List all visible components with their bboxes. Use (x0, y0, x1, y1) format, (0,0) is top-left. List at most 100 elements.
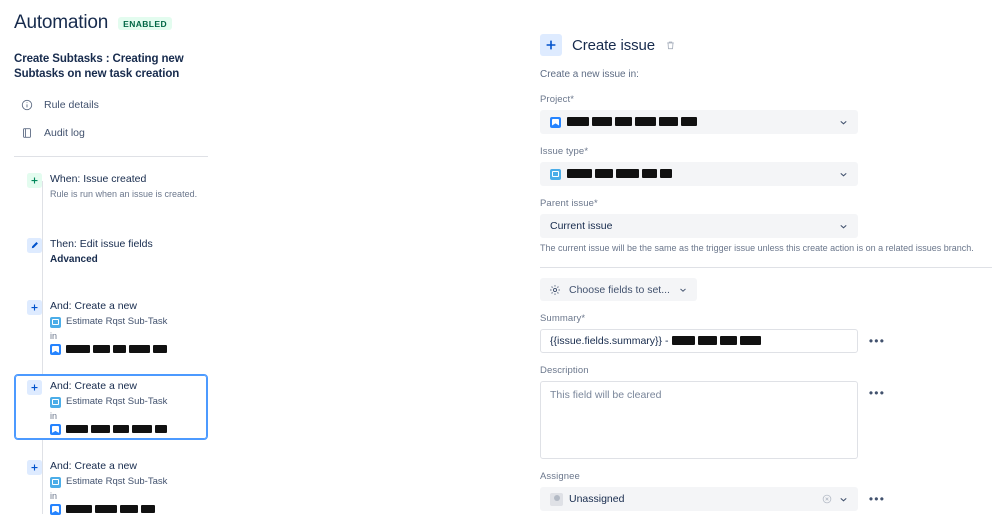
sidebar-item-rule-details[interactable]: Rule details (14, 94, 208, 116)
step-entity: Estimate Rqst Sub-Task (50, 475, 201, 489)
rule-step-when-issue-created[interactable]: When: Issue created Rule is run when an … (14, 167, 208, 206)
chevron-down-icon (678, 285, 688, 295)
field-label: Summary* (540, 313, 586, 324)
redacted-project-name (567, 116, 697, 127)
redacted-target-name (66, 424, 167, 434)
redacted-issue-type-name (567, 168, 672, 179)
subtask-type-icon (50, 396, 61, 408)
clear-icon[interactable] (822, 494, 832, 504)
redacted-target-name (66, 344, 167, 354)
step-entity-label: Estimate Rqst Sub-Task (66, 396, 168, 407)
plus-icon (27, 300, 42, 315)
gear-icon (549, 284, 561, 296)
status-badge: ENABLED (118, 16, 173, 30)
rule-name: Create Subtasks : Creating new Subtasks … (14, 53, 184, 80)
required-asterisk: * (581, 313, 586, 324)
plus-icon (27, 380, 42, 395)
rule-step-then-edit-issue-fields[interactable]: Then: Edit issue fields Advanced (14, 232, 208, 272)
redacted-summary-suffix (672, 335, 762, 346)
project-type-icon (550, 116, 561, 128)
step-entity-label: Estimate Rqst Sub-Task (66, 476, 168, 487)
issue-type-value (550, 168, 832, 180)
step-title: And: Create a new (50, 300, 137, 312)
description-more-options-button[interactable]: ••• (866, 381, 888, 405)
field-project: Project* (540, 93, 988, 134)
required-asterisk: * (570, 94, 575, 105)
step-entity: Estimate Rqst Sub-Task (50, 395, 201, 409)
step-target (50, 504, 201, 515)
subtask-type-icon (550, 168, 561, 180)
sidebar-item-label: Audit log (44, 127, 85, 139)
page-title: Automation (14, 12, 109, 33)
step-title: When: Issue created (50, 173, 147, 185)
project-type-icon (50, 344, 61, 355)
sidebar-header: Automation ENABLED (14, 10, 208, 36)
project-value (550, 116, 832, 128)
plus-icon (27, 460, 42, 475)
field-label: Issue type* (540, 146, 589, 157)
sidebar-item-label: Rule details (44, 99, 99, 111)
sidebar-divider (14, 156, 208, 157)
chevron-down-icon (838, 221, 849, 232)
plus-icon (27, 173, 42, 188)
chevron-down-icon (838, 169, 849, 180)
sidebar-nav: Rule details Audit log (14, 94, 208, 144)
field-label: Assignee (540, 471, 580, 482)
step-entity: Estimate Rqst Sub-Task (50, 315, 201, 329)
required-asterisk: * (594, 198, 598, 209)
subtask-type-icon (50, 476, 61, 488)
summary-input[interactable]: {{issue.fields.summary}} - (540, 329, 858, 353)
rule-step-and-create-a-new-3[interactable]: And: Create a new Estimate Rqst Sub-Task… (14, 454, 208, 520)
panel-header: Create issue (540, 34, 988, 56)
field-assignee: Assignee Unassigned ••• (540, 470, 988, 511)
step-in-label: in (50, 331, 58, 341)
info-circle-icon (21, 99, 33, 111)
rule-step-chain: When: Issue created Rule is run when an … (14, 167, 208, 520)
field-label: Parent issue* (540, 198, 598, 209)
parent-issue-select[interactable]: Current issue (540, 214, 858, 238)
subtask-type-icon (50, 316, 61, 328)
project-type-icon (50, 424, 61, 435)
description-textarea[interactable]: This field will be cleared (540, 381, 858, 459)
project-select[interactable] (540, 110, 858, 134)
assignee-more-options-button[interactable]: ••• (866, 487, 888, 511)
field-issue-type: Issue type* (540, 145, 988, 186)
choose-fields-label: Choose fields to set... (569, 283, 670, 296)
step-strong-label: Advanced (50, 254, 98, 265)
step-target (50, 344, 201, 355)
field-label: Description (540, 365, 589, 376)
plus-icon (540, 34, 562, 56)
sidebar-item-audit-log[interactable]: Audit log (14, 122, 208, 144)
field-summary: Summary* {{issue.fields.summary}} - ••• (540, 312, 988, 353)
issue-type-select[interactable] (540, 162, 858, 186)
step-title: Then: Edit issue fields (50, 238, 153, 250)
required-asterisk: * (584, 146, 589, 157)
avatar (550, 492, 563, 506)
create-issue-detail-panel: Create issue Create a new issue in: Proj… (530, 0, 998, 516)
parent-issue-help-text: The current issue will be the same as th… (540, 243, 974, 253)
field-parent-issue: Parent issue* Current issue The current … (540, 197, 988, 255)
summary-more-options-button[interactable]: ••• (866, 329, 888, 353)
trash-icon[interactable] (665, 40, 676, 51)
field-description: Description This field will be cleared •… (540, 364, 988, 459)
summary-value-prefix: {{issue.fields.summary}} - (550, 335, 669, 347)
chevron-down-icon (838, 117, 849, 128)
pencil-icon (27, 238, 42, 253)
description-placeholder: This field will be cleared (550, 389, 662, 401)
step-entity-label: Estimate Rqst Sub-Task (66, 316, 168, 327)
panel-title: Create issue (572, 36, 656, 54)
assignee-select[interactable]: Unassigned (540, 487, 858, 511)
lead-text: Create a new issue in: (540, 69, 639, 80)
step-subtitle: Rule is run when an issue is created. (50, 189, 198, 199)
choose-fields-button[interactable]: Choose fields to set... (540, 278, 697, 301)
assignee-value: Unassigned (569, 493, 625, 505)
field-label: Project* (540, 94, 575, 105)
redacted-target-name (66, 504, 155, 514)
assignee-value-wrap: Unassigned (550, 492, 816, 506)
step-target (50, 424, 201, 435)
automation-sidebar: Automation ENABLED Create Subtasks : Cre… (0, 0, 222, 516)
chevron-down-icon (838, 494, 849, 505)
section-divider (540, 267, 992, 268)
rule-step-and-create-a-new-2[interactable]: And: Create a new Estimate Rqst Sub-Task… (14, 374, 208, 440)
rule-step-and-create-a-new-1[interactable]: And: Create a new Estimate Rqst Sub-Task… (14, 294, 208, 360)
